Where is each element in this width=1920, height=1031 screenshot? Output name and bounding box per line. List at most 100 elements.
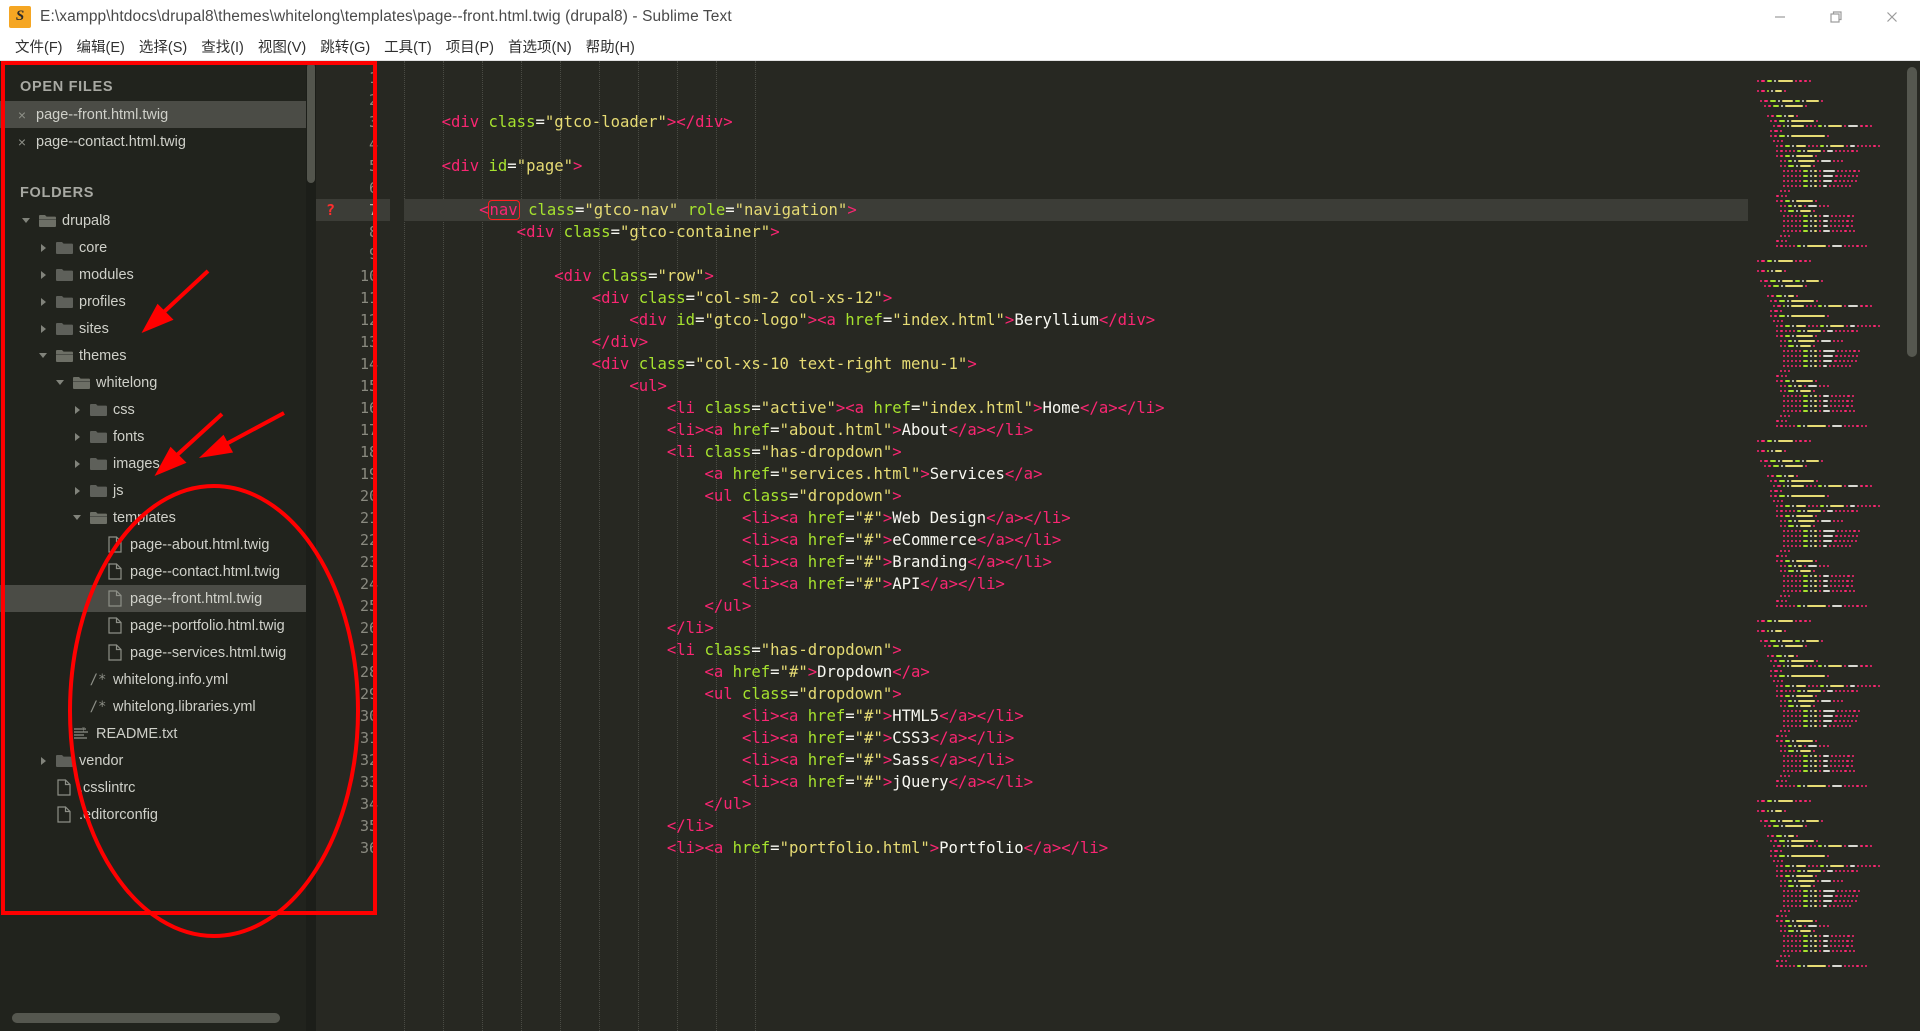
- tree-item-whitelong-info-yml[interactable]: /* whitelong.info.yml: [0, 666, 306, 693]
- code-line[interactable]: <li class="active"><a href="index.html">…: [404, 397, 1748, 419]
- tree-item-profiles[interactable]: profiles: [0, 288, 306, 315]
- code-line[interactable]: </li>: [404, 617, 1748, 639]
- code-line[interactable]: <li><a href="#">HTML5</a></li>: [404, 705, 1748, 727]
- chevron-right-icon[interactable]: [69, 486, 85, 495]
- code-line[interactable]: <div class="col-xs-10 text-right menu-1"…: [404, 353, 1748, 375]
- chevron-right-icon[interactable]: [35, 243, 51, 252]
- menu-item-6[interactable]: 工具(T): [377, 34, 439, 59]
- tree-item-page-services-html-twig[interactable]: page--services.html.twig: [0, 639, 306, 666]
- menu-item-1[interactable]: 编辑(E): [70, 34, 132, 59]
- sidebar-scrollbar-thumb[interactable]: [12, 1013, 280, 1023]
- chevron-down-icon[interactable]: [18, 218, 34, 223]
- code-line[interactable]: <li class="has-dropdown">: [404, 441, 1748, 463]
- tree-item-themes[interactable]: themes: [0, 342, 306, 369]
- menu-item-2[interactable]: 选择(S): [132, 34, 194, 59]
- code-minimap[interactable]: [1748, 61, 1920, 1031]
- code-line[interactable]: </div>: [404, 331, 1748, 353]
- tree-item-fonts[interactable]: fonts: [0, 423, 306, 450]
- tree-item-images[interactable]: images: [0, 450, 306, 477]
- tree-item-vendor[interactable]: vendor: [0, 747, 306, 774]
- tree-item-page-about-html-twig[interactable]: page--about.html.twig: [0, 531, 306, 558]
- code-line[interactable]: <div id="page">: [404, 155, 1748, 177]
- menu-item-4[interactable]: 视图(V): [251, 34, 313, 59]
- tree-item-whitelong[interactable]: whitelong: [0, 369, 306, 396]
- code-content[interactable]: <div class="gtco-loader"></div> <div id=…: [390, 61, 1748, 1031]
- menu-item-8[interactable]: 首选项(N): [501, 34, 579, 59]
- chevron-down-icon[interactable]: [69, 515, 85, 520]
- close-icon[interactable]: ×: [12, 107, 32, 123]
- code-line[interactable]: <nav class="gtco-nav" role="navigation">: [404, 199, 1748, 221]
- menu-item-0[interactable]: 文件(F): [8, 34, 70, 59]
- tree-item-modules[interactable]: modules: [0, 261, 306, 288]
- minimap-token: [1830, 864, 1845, 868]
- code-line[interactable]: [404, 67, 1748, 89]
- menu-item-3[interactable]: 查找(I): [194, 34, 251, 59]
- tree-item-css[interactable]: css: [0, 396, 306, 423]
- editor-left-scroll-thumb[interactable]: [307, 63, 315, 183]
- code-line[interactable]: <li><a href="portfolio.html">Portfolio</…: [404, 837, 1748, 859]
- code-line[interactable]: <li><a href="#">jQuery</a></li>: [404, 771, 1748, 793]
- code-line[interactable]: </ul>: [404, 793, 1748, 815]
- tree-item-core[interactable]: core: [0, 234, 306, 261]
- code-line[interactable]: <li><a href="about.html">About</a></li>: [404, 419, 1748, 441]
- tree-item-readme-txt[interactable]: T README.txt: [0, 720, 306, 747]
- chevron-right-icon[interactable]: [35, 756, 51, 765]
- menu-item-7[interactable]: 项目(P): [439, 34, 501, 59]
- code-line[interactable]: <li><a href="#">Sass</a></li>: [404, 749, 1748, 771]
- chevron-down-icon[interactable]: [35, 353, 51, 358]
- code-line[interactable]: [404, 89, 1748, 111]
- chevron-right-icon[interactable]: [69, 432, 85, 441]
- code-line[interactable]: <li><a href="#">Web Design</a></li>: [404, 507, 1748, 529]
- code-line[interactable]: <div id="gtco-logo"><a href="index.html"…: [404, 309, 1748, 331]
- code-line[interactable]: <div class="gtco-container">: [404, 221, 1748, 243]
- code-line[interactable]: <ul class="dropdown">: [404, 683, 1748, 705]
- tree-item-templates[interactable]: templates: [0, 504, 306, 531]
- chevron-right-icon[interactable]: [35, 297, 51, 306]
- minimap-line: [1754, 344, 1914, 348]
- tree-item-page-front-html-twig[interactable]: page--front.html.twig: [0, 585, 306, 612]
- minimap-token: [1860, 504, 1863, 508]
- tree-item-js[interactable]: js: [0, 477, 306, 504]
- editor-left-scroll-track[interactable]: [306, 61, 316, 1031]
- chevron-right-icon[interactable]: [69, 459, 85, 468]
- code-line[interactable]: <div class="row">: [404, 265, 1748, 287]
- tree-item-page-portfolio-html-twig[interactable]: page--portfolio.html.twig: [0, 612, 306, 639]
- open-file-row[interactable]: × page--front.html.twig: [0, 101, 306, 128]
- code-line[interactable]: <li><a href="#">eCommerce</a></li>: [404, 529, 1748, 551]
- code-line[interactable]: [404, 243, 1748, 265]
- code-line[interactable]: <a href="#">Dropdown</a>: [404, 661, 1748, 683]
- chevron-right-icon[interactable]: [69, 405, 85, 414]
- code-line[interactable]: </ul>: [404, 595, 1748, 617]
- minimize-button[interactable]: [1752, 0, 1808, 33]
- tree-item-drupal8[interactable]: drupal8: [0, 207, 306, 234]
- tree-item--csslintrc[interactable]: .csslintrc: [0, 774, 306, 801]
- maximize-button[interactable]: [1808, 0, 1864, 33]
- tree-item-sites[interactable]: sites: [0, 315, 306, 342]
- code-line[interactable]: <a href="services.html">Services</a>: [404, 463, 1748, 485]
- code-line[interactable]: <div class="col-sm-2 col-xs-12">: [404, 287, 1748, 309]
- menu-item-9[interactable]: 帮助(H): [579, 34, 642, 59]
- sidebar-horizontal-scrollbar[interactable]: [12, 1013, 280, 1023]
- code-line[interactable]: <li><a href="#">API</a></li>: [404, 573, 1748, 595]
- tree-item-page-contact-html-twig[interactable]: page--contact.html.twig: [0, 558, 306, 585]
- code-line[interactable]: <ul class="dropdown">: [404, 485, 1748, 507]
- chevron-right-icon[interactable]: [35, 270, 51, 279]
- tree-item--editorconfig[interactable]: .editorconfig: [0, 801, 306, 828]
- chevron-right-icon[interactable]: [35, 324, 51, 333]
- code-line[interactable]: </li>: [404, 815, 1748, 837]
- code-line[interactable]: [404, 133, 1748, 155]
- open-file-row[interactable]: × page--contact.html.twig: [0, 128, 306, 155]
- code-line[interactable]: [404, 177, 1748, 199]
- chevron-down-icon[interactable]: [52, 380, 68, 385]
- minimap-token: [1780, 869, 1783, 873]
- code-line[interactable]: <div class="gtco-loader"></div>: [404, 111, 1748, 133]
- tree-item-whitelong-libraries-yml[interactable]: /* whitelong.libraries.yml: [0, 693, 306, 720]
- code-line[interactable]: <ul>: [404, 375, 1748, 397]
- code-line[interactable]: <li class="has-dropdown">: [404, 639, 1748, 661]
- code-line[interactable]: <li><a href="#">Branding</a></li>: [404, 551, 1748, 573]
- menu-item-5[interactable]: 跳转(G): [313, 34, 377, 59]
- close-button[interactable]: [1864, 0, 1920, 33]
- close-icon[interactable]: ×: [12, 134, 32, 150]
- code-line[interactable]: <li><a href="#">CSS3</a></li>: [404, 727, 1748, 749]
- minimap-viewport-indicator[interactable]: [1907, 67, 1917, 357]
